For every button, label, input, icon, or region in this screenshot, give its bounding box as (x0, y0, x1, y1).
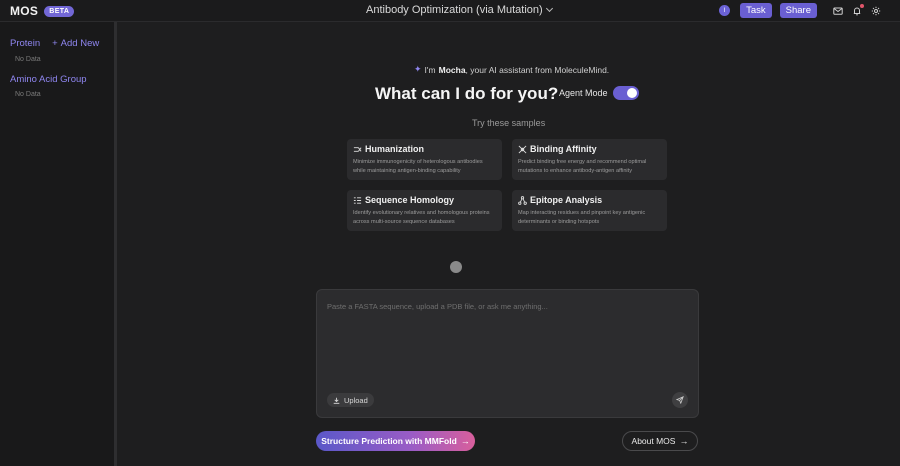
card-title: Sequence Homology (365, 195, 455, 205)
about-mos-button[interactable]: About MOS → (622, 431, 698, 451)
send-button[interactable] (672, 392, 688, 408)
card-description: Predict binding free energy and recommen… (518, 159, 647, 174)
bell-icon[interactable] (851, 3, 864, 17)
card-description: Map interacting residues and pinpoint ke… (518, 210, 646, 225)
humanization-icon (353, 146, 362, 152)
header-actions: I Task Share (719, 3, 882, 18)
app-name: MOS (10, 4, 39, 18)
card-title: Epitope Analysis (530, 195, 603, 205)
notification-dot (860, 3, 864, 8)
chat-composer: Upload (316, 289, 699, 418)
card-description: Identify evolutionary relatives and homo… (353, 210, 490, 225)
hero-heading: What can I do for you? (375, 84, 559, 103)
samples-label: Try these samples (472, 118, 546, 128)
sample-card-binding-affinity[interactable]: Binding Affinity Predict binding free en… (512, 139, 667, 180)
amino-empty-text: No Data (15, 91, 41, 98)
beta-badge: BETA (44, 5, 75, 17)
loading-indicator (450, 261, 462, 273)
sidebar-item-amino-acid-group[interactable]: Amino Acid Group (10, 74, 87, 85)
page-title-dropdown[interactable]: Antibody Optimization (via Mutation) (366, 4, 553, 16)
brand[interactable]: MOS BETA (10, 4, 75, 18)
sidebar-protein-row: Protein + Add New (10, 38, 99, 49)
sample-card-humanization[interactable]: Humanization Minimize immunogenicity of … (347, 139, 502, 180)
about-mos-label: About MOS (631, 436, 676, 446)
card-description: Minimize immunogenicity of heterologous … (353, 159, 483, 174)
structure-prediction-label: Structure Prediction with MMFold (321, 436, 457, 446)
assistant-prefix: I'm (424, 64, 436, 75)
top-bar: MOS BETA Antibody Optimization (via Muta… (0, 0, 900, 22)
arrow-right-icon: → (460, 436, 470, 446)
plus-icon: + (52, 38, 58, 49)
arrow-right-icon: → (679, 436, 689, 446)
assistant-suffix: , your AI assistant from MoleculeMind. (465, 64, 610, 75)
protein-empty-text: No Data (15, 56, 41, 63)
sparkle-icon: ✦ (414, 64, 422, 74)
agent-mode-label: Agent Mode (559, 88, 608, 98)
list-icon (353, 196, 362, 204)
molecule-icon (518, 195, 527, 205)
sample-card-epitope-analysis[interactable]: Epitope Analysis Map interacting residue… (512, 190, 667, 231)
share-button[interactable]: Share (779, 3, 817, 18)
gear-icon[interactable] (870, 5, 882, 17)
send-icon (676, 396, 684, 404)
prompt-input[interactable] (327, 302, 687, 372)
card-title: Binding Affinity (530, 144, 597, 154)
assistant-name: Mocha (438, 64, 466, 75)
add-new-button[interactable]: + Add New (52, 38, 99, 49)
upload-button[interactable]: Upload (327, 393, 374, 407)
toggle-knob (627, 88, 637, 98)
structure-prediction-button[interactable]: Structure Prediction with MMFold → (316, 431, 475, 451)
binding-affinity-icon (518, 145, 527, 153)
chevron-down-icon (545, 4, 553, 13)
sidebar-amino-row: Amino Acid Group (10, 74, 87, 85)
sample-card-sequence-homology[interactable]: Sequence Homology Identify evolutionary … (347, 190, 502, 231)
add-new-label: Add New (60, 38, 100, 49)
sidebar: Protein + Add New No Data Amino Acid Gro… (0, 22, 117, 466)
page-title: Antibody Optimization (via Mutation) (366, 4, 543, 16)
mail-icon[interactable] (832, 5, 844, 17)
card-title: Humanization (365, 144, 425, 154)
upload-icon (333, 397, 340, 404)
avatar[interactable]: I (719, 5, 731, 16)
sidebar-item-protein[interactable]: Protein (10, 38, 40, 49)
agent-mode-toggle[interactable] (613, 86, 639, 100)
upload-label: Upload (344, 395, 368, 405)
assistant-intro: ✦ I'm Mocha, your AI assistant from Mole… (414, 64, 609, 75)
task-button[interactable]: Task (740, 3, 772, 18)
